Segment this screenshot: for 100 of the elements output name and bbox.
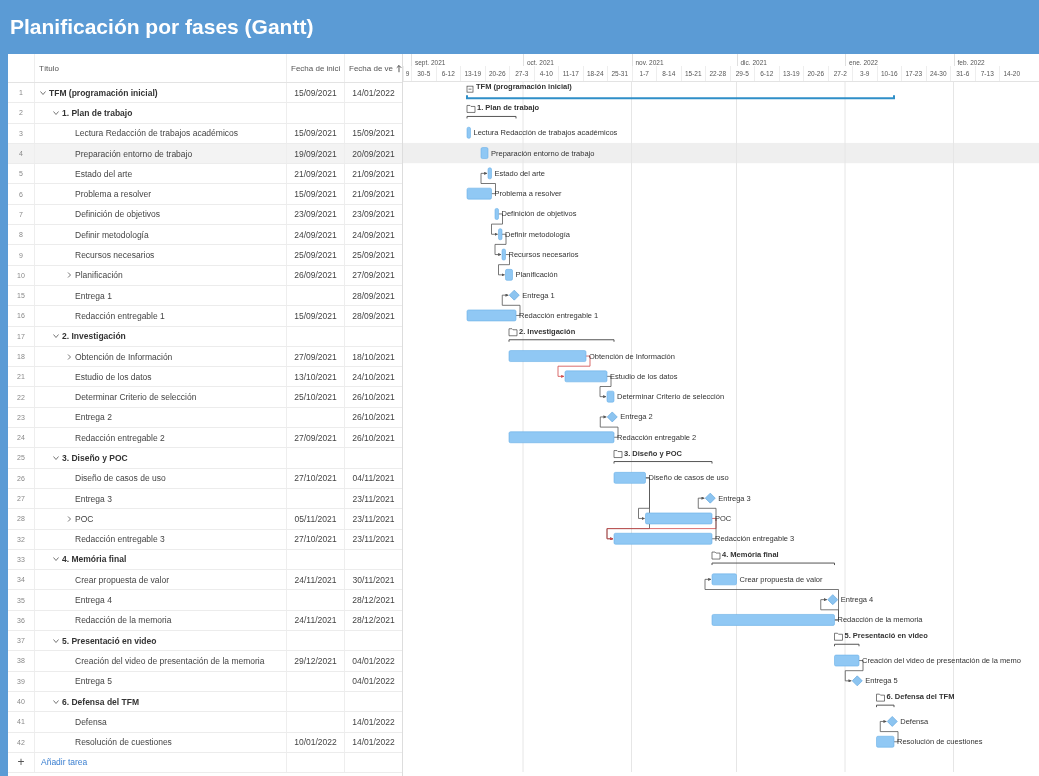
end-date: 18/10/2021	[352, 351, 395, 362]
task-title: Defensa	[75, 716, 107, 727]
task-bar[interactable]	[508, 350, 587, 362]
start-date: 27/10/2021	[294, 534, 337, 545]
folder-icon	[508, 328, 518, 337]
chevron-down-icon[interactable]	[52, 697, 60, 706]
task-bar[interactable]	[876, 735, 895, 748]
end-date: 14/01/2022	[352, 716, 395, 727]
start-date: 10/01/2022	[294, 737, 337, 748]
task-bar[interactable]	[498, 228, 503, 241]
task-title: Creación del video de presentación de la memoria	[75, 655, 265, 666]
milestone-diamond[interactable]	[827, 594, 839, 605]
task-bar[interactable]	[487, 167, 492, 180]
column-header[interactable]: Fecha de inici	[291, 63, 341, 73]
end-date: 26/10/2021	[352, 412, 395, 423]
sort-ascending-icon[interactable]	[396, 63, 402, 73]
chevron-right-icon[interactable]	[65, 352, 73, 361]
end-date: 24/10/2021	[352, 371, 395, 382]
folder-icon	[613, 450, 623, 458]
end-date: 21/09/2021	[352, 189, 395, 200]
column-header-cell[interactable]: Título	[34, 54, 286, 82]
end-date: 27/09/2021	[352, 270, 395, 281]
task-title: Entrega 3	[75, 493, 112, 504]
task-bar[interactable]	[711, 573, 737, 586]
add-task-link[interactable]: Añadir tarea	[35, 757, 88, 768]
task-title: Redacción entregable 1	[75, 310, 165, 321]
task-title: Diseño de casos de uso	[75, 473, 166, 484]
chevron-right-icon[interactable]	[65, 271, 73, 280]
milestone-diamond[interactable]	[886, 716, 898, 727]
add-icon[interactable]: +	[17, 755, 25, 770]
milestone-diamond[interactable]	[508, 289, 520, 301]
task-title: Resolución de cuestiones	[75, 737, 172, 748]
start-date: 24/11/2021	[294, 574, 337, 585]
task-bar[interactable]	[606, 390, 615, 403]
task-title: Obtención de Información	[75, 351, 173, 362]
end-date: 04/01/2022	[352, 655, 395, 666]
task-bar[interactable]	[508, 431, 615, 444]
group-span-bracket	[466, 115, 517, 119]
start-date: 19/09/2021	[294, 148, 337, 159]
chevron-right-icon[interactable]	[65, 514, 73, 523]
task-bar[interactable]	[834, 654, 860, 667]
start-date: 21/09/2021	[294, 168, 337, 179]
task-title: Recursos necesarios	[75, 250, 155, 260]
window-title: Planificación por fases (Gantt)	[0, 0, 1039, 54]
folder-icon	[711, 551, 721, 560]
start-date: 24/09/2021	[294, 229, 337, 240]
task-bar[interactable]	[505, 269, 513, 281]
task-bar[interactable]	[466, 309, 517, 322]
end-date: 23/11/2021	[352, 534, 395, 545]
folder-icon	[834, 632, 843, 641]
task-bar[interactable]	[613, 532, 713, 545]
summary-bar[interactable]	[466, 94, 895, 100]
group-span-bracket	[876, 704, 895, 708]
task-title: 3. Diseño y POC	[62, 453, 128, 463]
task-bar[interactable]	[711, 614, 835, 626]
milestone-diamond[interactable]	[606, 411, 618, 423]
task-title: Preparación entorno de trabajo	[75, 148, 193, 159]
milestone-diamond[interactable]	[851, 675, 863, 687]
start-date: 27/09/2021	[294, 432, 337, 443]
task-title: Definir metodología	[75, 229, 149, 240]
end-date: 25/09/2021	[352, 250, 395, 260]
task-title: Problema a resolver	[75, 189, 152, 200]
start-date: 25/10/2021	[294, 392, 337, 403]
chevron-down-icon[interactable]	[52, 454, 60, 462]
milestone-diamond[interactable]	[704, 492, 716, 504]
chevron-down-icon[interactable]	[39, 88, 47, 97]
task-bar[interactable]	[494, 208, 499, 220]
end-date: 14/01/2022	[352, 737, 395, 748]
end-date: 28/12/2021	[352, 615, 395, 626]
collapse-box-icon[interactable]	[466, 85, 474, 93]
task-title: Determinar Criterio de selección	[75, 392, 197, 403]
task-bar[interactable]	[466, 126, 471, 139]
task-bar[interactable]	[645, 512, 713, 525]
column-header[interactable]: Título	[39, 63, 59, 73]
task-bar[interactable]	[466, 187, 492, 200]
task-title: 6. Defensa del TFM	[62, 696, 139, 707]
task-bar[interactable]	[480, 147, 489, 159]
column-header-cell[interactable]: Fecha de inici	[286, 54, 344, 82]
task-bar[interactable]	[613, 472, 646, 484]
task-title: Redacción entregable 3	[75, 534, 165, 545]
start-date: 26/09/2021	[294, 270, 337, 281]
chevron-down-icon[interactable]	[52, 636, 60, 645]
end-date: 23/09/2021	[352, 209, 395, 220]
task-title: Redacción entregable 2	[75, 432, 165, 443]
end-date: 20/09/2021	[352, 148, 395, 159]
column-header[interactable]: Fecha de ve	[349, 63, 394, 73]
chevron-down-icon[interactable]	[52, 332, 60, 341]
column-header-cell[interactable]: Fecha de ve	[344, 54, 402, 82]
task-bar[interactable]	[564, 370, 608, 383]
task-title: 1. Plan de trabajo	[62, 107, 133, 118]
start-date: 13/10/2021	[294, 371, 337, 382]
task-title: Entrega 5	[75, 676, 112, 687]
folder-icon	[466, 105, 476, 113]
chevron-down-icon[interactable]	[52, 555, 60, 564]
group-span-bracket	[834, 643, 860, 647]
task-bar[interactable]	[501, 248, 506, 261]
chevron-down-icon[interactable]	[52, 108, 60, 117]
end-date: 30/11/2021	[352, 574, 395, 585]
task-title: Planificación	[75, 270, 123, 281]
end-date: 23/11/2021	[352, 493, 395, 504]
